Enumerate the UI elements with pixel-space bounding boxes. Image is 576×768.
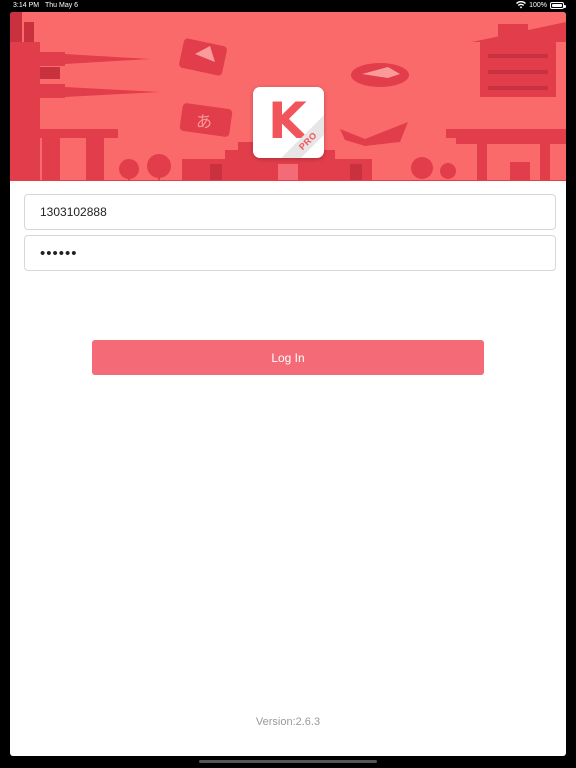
phone-input[interactable]: 1303102888 — [24, 194, 556, 230]
app-logo: K PRO — [253, 87, 324, 158]
login-button-label: Log In — [271, 350, 305, 365]
password-input[interactable]: •••••• — [24, 235, 556, 271]
book-icon — [340, 122, 408, 146]
password-input-value: •••••• — [40, 244, 78, 262]
status-indicators: 100% — [516, 1, 566, 9]
battery-icon — [550, 1, 566, 9]
battery-percentage: 100% — [529, 1, 547, 9]
login-button[interactable]: Log In — [92, 340, 484, 375]
status-bar: 3:14 PM Thu May 6 100% — [0, 0, 576, 12]
header-banner: あ K PRO — [10, 12, 566, 181]
app-screen: あ K PRO 1303102888 •••••• Log In Version… — [10, 12, 566, 756]
version-label: Version:2.6.3 — [255, 716, 321, 728]
wifi-icon — [516, 1, 527, 9]
plane-bubble-icon — [351, 63, 409, 87]
translate-icon: あ — [179, 103, 233, 137]
status-date: Thu May 6 — [45, 2, 79, 9]
map-icon — [179, 38, 227, 76]
status-time: 3:14 PM — [13, 2, 40, 9]
phone-input-value: 1303102888 — [40, 205, 107, 219]
svg-text:あ: あ — [196, 112, 212, 131]
home-indicator[interactable] — [199, 760, 377, 763]
